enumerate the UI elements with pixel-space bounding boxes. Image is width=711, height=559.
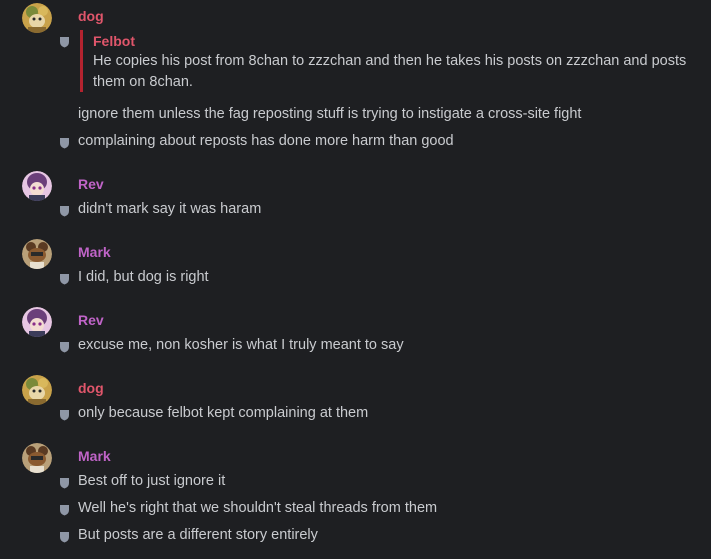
mark-avatar-icon xyxy=(22,443,52,473)
author-name[interactable]: dog xyxy=(78,8,104,24)
author-name[interactable]: Mark xyxy=(78,448,111,464)
shield-icon xyxy=(59,476,70,489)
shield-icon xyxy=(59,136,70,149)
avatar[interactable] xyxy=(22,443,52,473)
message-line: I did, but dog is right xyxy=(78,269,209,285)
message-line: But posts are a different story entirely xyxy=(78,527,318,543)
author-name[interactable]: Rev xyxy=(78,176,104,192)
avatar[interactable] xyxy=(22,375,52,405)
rev-avatar-icon xyxy=(22,171,52,201)
quote-text: He copies his post from 8chan to zzzchan… xyxy=(93,53,687,90)
author-name[interactable]: Mark xyxy=(78,244,111,260)
shield-icon xyxy=(59,204,70,217)
shield-icon xyxy=(59,340,70,353)
shield-icon xyxy=(59,408,70,421)
message-line: excuse me, non kosher is what I truly me… xyxy=(78,337,404,353)
message-line: Best off to just ignore it xyxy=(78,473,226,489)
avatar[interactable] xyxy=(22,307,52,337)
mark-avatar-icon xyxy=(22,239,52,269)
rev-avatar-icon xyxy=(22,307,52,337)
avatar[interactable] xyxy=(22,239,52,269)
quote-author: Felbot xyxy=(93,33,135,49)
avatar[interactable] xyxy=(22,3,52,33)
dog-avatar-icon xyxy=(22,375,52,405)
shield-icon xyxy=(59,530,70,543)
dog-avatar-icon xyxy=(22,3,52,33)
message-line: Well he's right that we shouldn't steal … xyxy=(78,500,438,516)
avatar[interactable] xyxy=(22,171,52,201)
shield-icon xyxy=(59,272,70,285)
message-line: only because felbot kept complaining at … xyxy=(78,405,369,421)
message-line: didn't mark say it was haram xyxy=(78,201,262,217)
message-line: ignore them unless the fag reposting stu… xyxy=(78,106,582,122)
chat-log: dog Felbot He copies his post from 8chan… xyxy=(0,0,711,559)
author-name[interactable]: dog xyxy=(78,380,104,396)
shield-icon xyxy=(59,503,70,516)
quoted-reply[interactable]: Felbot He copies his post from 8chan to … xyxy=(80,30,711,92)
message-line: complaining about reposts has done more … xyxy=(78,133,454,149)
shield-icon xyxy=(59,35,70,48)
author-name[interactable]: Rev xyxy=(78,312,104,328)
